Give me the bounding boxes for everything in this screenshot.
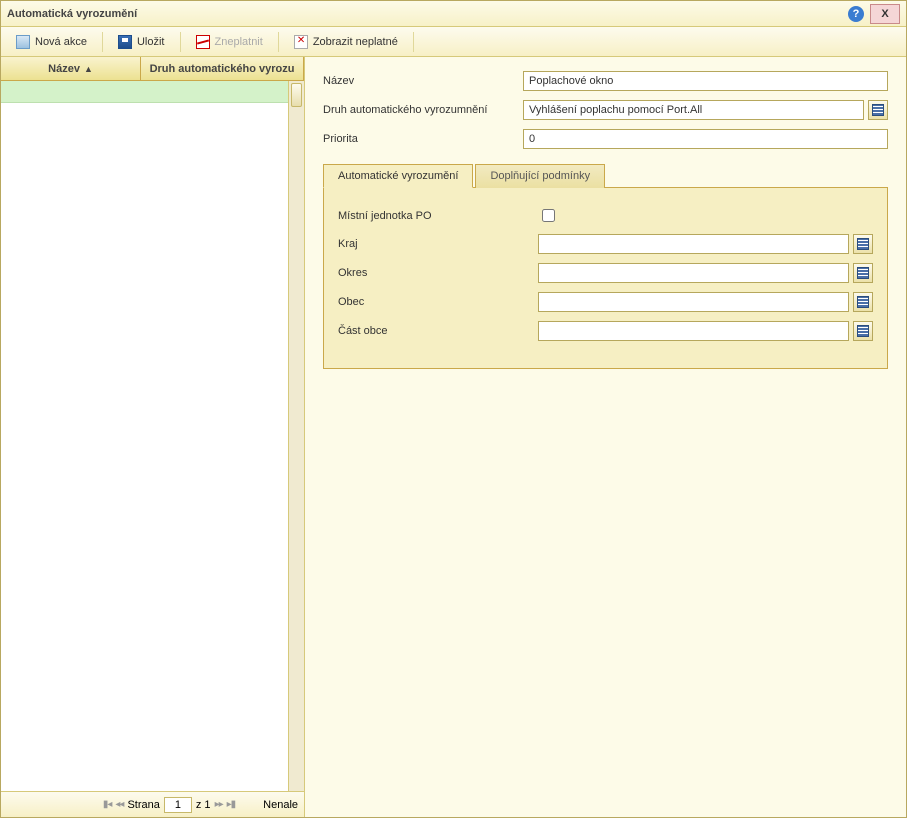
pager-total-label: z 1 [196,799,211,811]
save-icon [118,35,132,49]
column-nazev-label: Název [48,63,80,75]
invalidate-button: Zneplatnit [185,31,274,53]
pager-prev[interactable]: ◂◂ [115,799,123,810]
nazev-input[interactable] [523,71,888,91]
sort-indicator: ▲ [84,64,93,74]
invalidate-icon [196,35,210,49]
close-button[interactable]: X [870,4,900,24]
cast-obce-label: Část obce [338,325,538,337]
pager-next[interactable]: ▸▸ [215,799,223,810]
help-icon[interactable]: ? [848,6,864,22]
window: Automatická vyrozumění ? X Nová akce Ulo… [0,0,907,818]
grid-pane: Název ▲ Druh automatického vyrozu ▮◂ ◂◂ … [1,57,305,817]
grid-header: Název ▲ Druh automatického vyrozu [1,57,304,81]
mj-label: Místní jednotka PO [338,210,538,222]
show-invalid-button[interactable]: Zobrazit neplatné [283,31,409,53]
druh-lookup-button[interactable] [868,100,888,120]
pager-status: Nenale [263,799,298,811]
tab1-label: Automatické vyrozumění [338,170,458,182]
kraj-label: Kraj [338,238,538,250]
pager-last[interactable]: ▸▮ [227,799,236,810]
obec-label: Obec [338,296,538,308]
mj-checkbox[interactable] [542,209,555,222]
cast-obce-input[interactable] [538,321,849,341]
show-invalid-icon [294,35,308,49]
pager-strana-label: Strana [127,799,159,811]
scrollbar-thumb[interactable] [291,83,302,107]
save-label: Uložit [137,36,165,48]
obec-lookup-button[interactable] [853,292,873,312]
table-row[interactable] [1,81,304,103]
pager-first[interactable]: ▮◂ [103,799,112,810]
tab-auto-vyrozumeni[interactable]: Automatické vyrozumění [323,164,473,188]
column-druh[interactable]: Druh automatického vyrozu [141,57,304,80]
okres-label: Okres [338,267,538,279]
cast-obce-lookup-button[interactable] [853,321,873,341]
titlebar: Automatická vyrozumění ? X [1,1,906,27]
toolbar-separator [413,32,414,52]
toolbar-separator [102,32,103,52]
tab-doplnujici-podminky[interactable]: Doplňující podmínky [475,164,605,188]
tab-panel-auto: Místní jednotka PO Kraj Okres [323,187,888,369]
priorita-label: Priorita [323,133,523,145]
okres-input[interactable] [538,263,849,283]
nazev-label: Název [323,75,523,87]
new-action-label: Nová akce [35,36,87,48]
window-title: Automatická vyrozumění [7,8,137,20]
obec-input[interactable] [538,292,849,312]
okres-lookup-button[interactable] [853,263,873,283]
druh-label: Druh automatického vyrozumnění [323,104,523,116]
druh-input[interactable] [523,100,864,120]
column-druh-label: Druh automatického vyrozu [150,63,295,75]
grid-body[interactable] [1,81,304,791]
new-action-button[interactable]: Nová akce [5,31,98,53]
priorita-input[interactable] [523,129,888,149]
detail-pane: Název Druh automatického vyrozumnění Pri… [305,57,906,817]
save-button[interactable]: Uložit [107,31,176,53]
tabstrip: Automatické vyrozumění Doplňující podmín… [323,163,888,187]
column-nazev[interactable]: Název ▲ [1,57,141,80]
vertical-scrollbar[interactable] [288,81,304,791]
toolbar-separator [180,32,181,52]
tab2-label: Doplňující podmínky [490,170,590,182]
kraj-lookup-button[interactable] [853,234,873,254]
toolbar: Nová akce Uložit Zneplatnit Zobrazit nep… [1,27,906,57]
toolbar-separator [278,32,279,52]
new-icon [16,35,30,49]
invalidate-label: Zneplatnit [215,36,263,48]
pager: ▮◂ ◂◂ Strana z 1 ▸▸ ▸▮ Nenale [1,791,304,817]
pager-page-input[interactable] [164,797,192,813]
kraj-input[interactable] [538,234,849,254]
show-invalid-label: Zobrazit neplatné [313,36,398,48]
